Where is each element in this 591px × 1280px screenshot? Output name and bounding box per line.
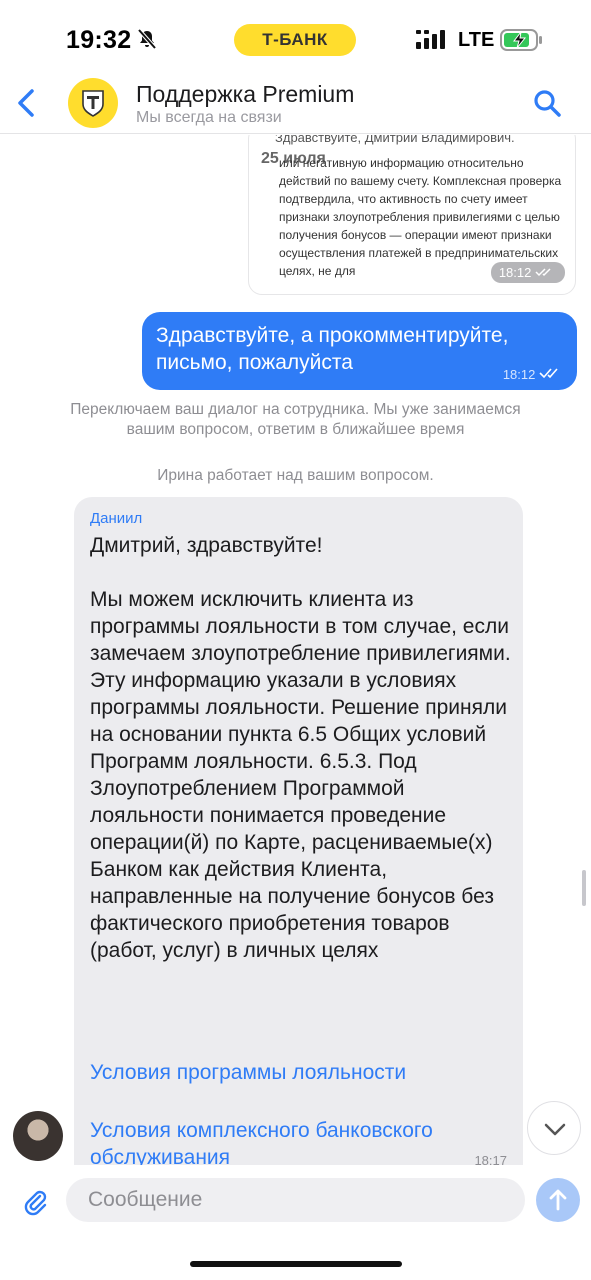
chat-title[interactable]: Поддержка Premium <box>136 81 354 108</box>
message-input[interactable] <box>66 1178 525 1222</box>
message-time: 18:12 <box>490 262 565 283</box>
message-time: 18:12 <box>503 367 563 382</box>
network-label: LTE <box>458 29 495 51</box>
outgoing-message[interactable]: Здравствуйте, а прокомментируйте, письмо… <box>142 312 577 390</box>
search-icon[interactable] <box>532 88 562 118</box>
status-time: 19:32 <box>66 26 132 54</box>
chat-messages[interactable]: Здравствуйте, Дмитрий Владимирович. 25 и… <box>0 135 591 1165</box>
scroll-down-button[interactable] <box>527 1101 581 1155</box>
message-author: Даниил <box>90 510 143 527</box>
system-message: Ирина работает над вашим вопросом. <box>157 467 434 484</box>
send-button[interactable] <box>536 1178 580 1222</box>
message-time-label: 18:12 <box>498 265 532 280</box>
chat-subtitle: Мы всегда на связи <box>136 109 282 126</box>
send-arrow-icon <box>549 1189 567 1211</box>
image-message[interactable]: Здравствуйте, Дмитрий Владимирович. 25 и… <box>248 135 576 295</box>
banking-terms-link[interactable]: Условия комплексного банковского обслужи… <box>90 1117 510 1165</box>
tbank-logo-icon[interactable] <box>68 78 118 128</box>
signal-icon <box>416 30 445 49</box>
back-chevron-icon[interactable] <box>14 88 40 118</box>
status-bar: 19:32 Т-БАНК LTE <box>0 0 591 78</box>
chevron-down-icon <box>544 1123 566 1136</box>
avatar[interactable] <box>13 1111 63 1161</box>
message-time: 18:17 <box>474 1153 507 1165</box>
battery-charging-icon <box>500 29 542 51</box>
mute-bell-icon <box>137 28 157 50</box>
paperclip-icon[interactable] <box>20 1186 50 1216</box>
double-check-icon <box>535 268 551 277</box>
home-indicator[interactable] <box>190 1261 402 1267</box>
scroll-indicator[interactable] <box>582 870 586 906</box>
chat-header: Поддержка Premium Мы всегда на связи <box>0 78 591 134</box>
document-greeting: Здравствуйте, Дмитрий Владимирович. <box>275 135 515 145</box>
message-time-label: 18:12 <box>502 367 536 382</box>
brand-pill: Т-БАНК <box>234 24 356 56</box>
double-check-icon <box>539 368 558 379</box>
incoming-message[interactable]: Даниил Дмитрий, здравствуйте! Мы можем и… <box>74 497 523 1165</box>
system-message: Переключаем ваш диалог на сотрудника. Мы… <box>70 401 521 438</box>
message-composer <box>0 1166 591 1236</box>
loyalty-terms-link[interactable]: Условия программы лояльности <box>90 1061 406 1085</box>
incoming-message-text: Дмитрий, здравствуйте! Мы можем исключит… <box>90 534 511 962</box>
